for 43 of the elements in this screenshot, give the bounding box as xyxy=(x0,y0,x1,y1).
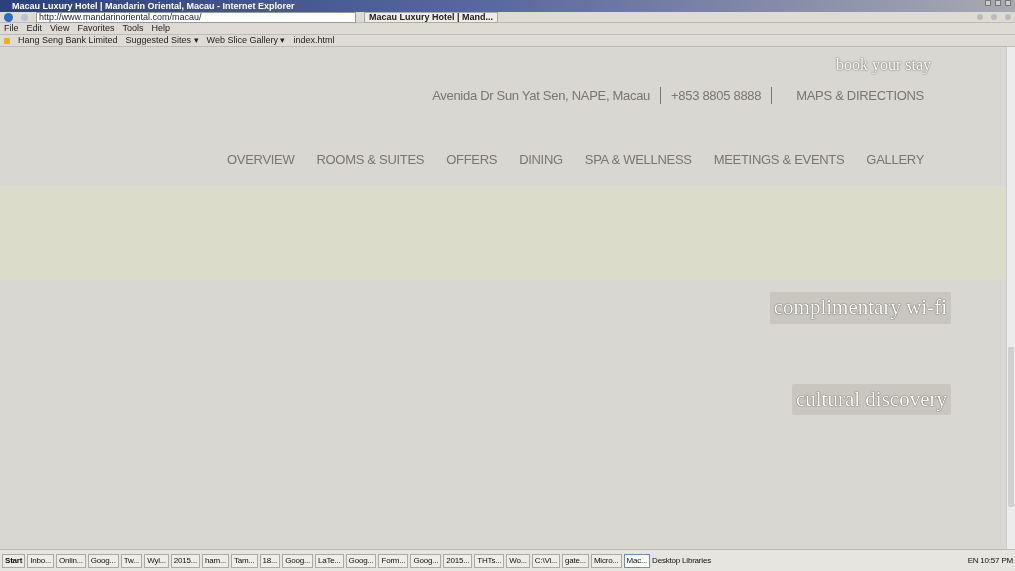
favorite-link[interactable]: Web Slice Gallery ▾ xyxy=(206,35,286,46)
menu-item[interactable]: File xyxy=(4,23,19,34)
address-field[interactable]: http://www.mandarinoriental.com/macau/ xyxy=(36,11,356,23)
taskbar-button[interactable]: 2015... xyxy=(170,553,200,568)
taskbar-button[interactable]: Inbo... xyxy=(27,553,55,568)
contact-text: +853 8805 8888 xyxy=(671,87,762,105)
contact-text: Avenida Dr Sun Yat Sen, NAPE, Macau xyxy=(432,87,651,105)
taskbar-button[interactable]: Goog... xyxy=(87,553,119,568)
taskbar-button[interactable]: Goog... xyxy=(345,553,377,568)
taskbar-button[interactable]: Wo... xyxy=(506,553,530,568)
window-title: Macau Luxury Hotel | Mandarin Oriental, Macau - Internet Explorer xyxy=(12,0,295,12)
favorite-link[interactable]: Hang Seng Bank Limited xyxy=(18,35,118,46)
taskbar-button[interactable]: LaTe... xyxy=(315,553,344,568)
start-button[interactable]: Start xyxy=(2,553,26,568)
menu-item[interactable]: Tools xyxy=(122,23,144,34)
forward-icon[interactable] xyxy=(21,13,28,21)
menu-item[interactable]: Edit xyxy=(26,23,43,34)
taskbar-button[interactable]: Wyl... xyxy=(144,553,169,568)
taskbar-button[interactable]: THTs... xyxy=(474,553,505,568)
taskbar-button[interactable]: Mac... xyxy=(623,553,651,568)
taskbar-button[interactable]: Goog... xyxy=(410,553,442,568)
taskbar-button[interactable]: ham... xyxy=(201,553,229,568)
taskbar-button[interactable]: gate... xyxy=(562,553,589,568)
favorite-link[interactable]: Suggested Sites ▾ xyxy=(125,35,199,46)
taskbar-button[interactable]: Tw... xyxy=(120,553,143,568)
taskbar-button[interactable]: Goog... xyxy=(282,553,313,568)
taskbar-toolbar[interactable]: Libraries xyxy=(682,554,711,567)
taskbar-button[interactable]: Onlin... xyxy=(56,553,86,568)
menu-item[interactable]: Favorites xyxy=(77,23,115,34)
taskbar-button[interactable]: 18... xyxy=(259,553,281,568)
taskbar-button[interactable]: Form... xyxy=(378,553,409,568)
taskbar-button[interactable]: 2015... xyxy=(443,553,473,568)
back-icon[interactable] xyxy=(4,12,13,22)
menu-item[interactable]: View xyxy=(50,23,70,34)
browser-tab[interactable]: Macau Luxury Hotel | Mand... xyxy=(364,11,499,23)
taskbar-toolbar[interactable]: Desktop xyxy=(652,554,681,567)
taskbar-button[interactable]: Tam... xyxy=(230,553,258,568)
favorite-link[interactable]: index.html xyxy=(293,35,335,46)
taskbar-button[interactable]: C:\Vi... xyxy=(531,553,561,568)
clock-text: 10:57 PM xyxy=(980,554,1013,567)
taskbar-button[interactable]: Micro... xyxy=(590,553,622,568)
menu-item[interactable]: Help xyxy=(151,23,170,34)
language-indicator[interactable]: EN xyxy=(967,554,979,567)
